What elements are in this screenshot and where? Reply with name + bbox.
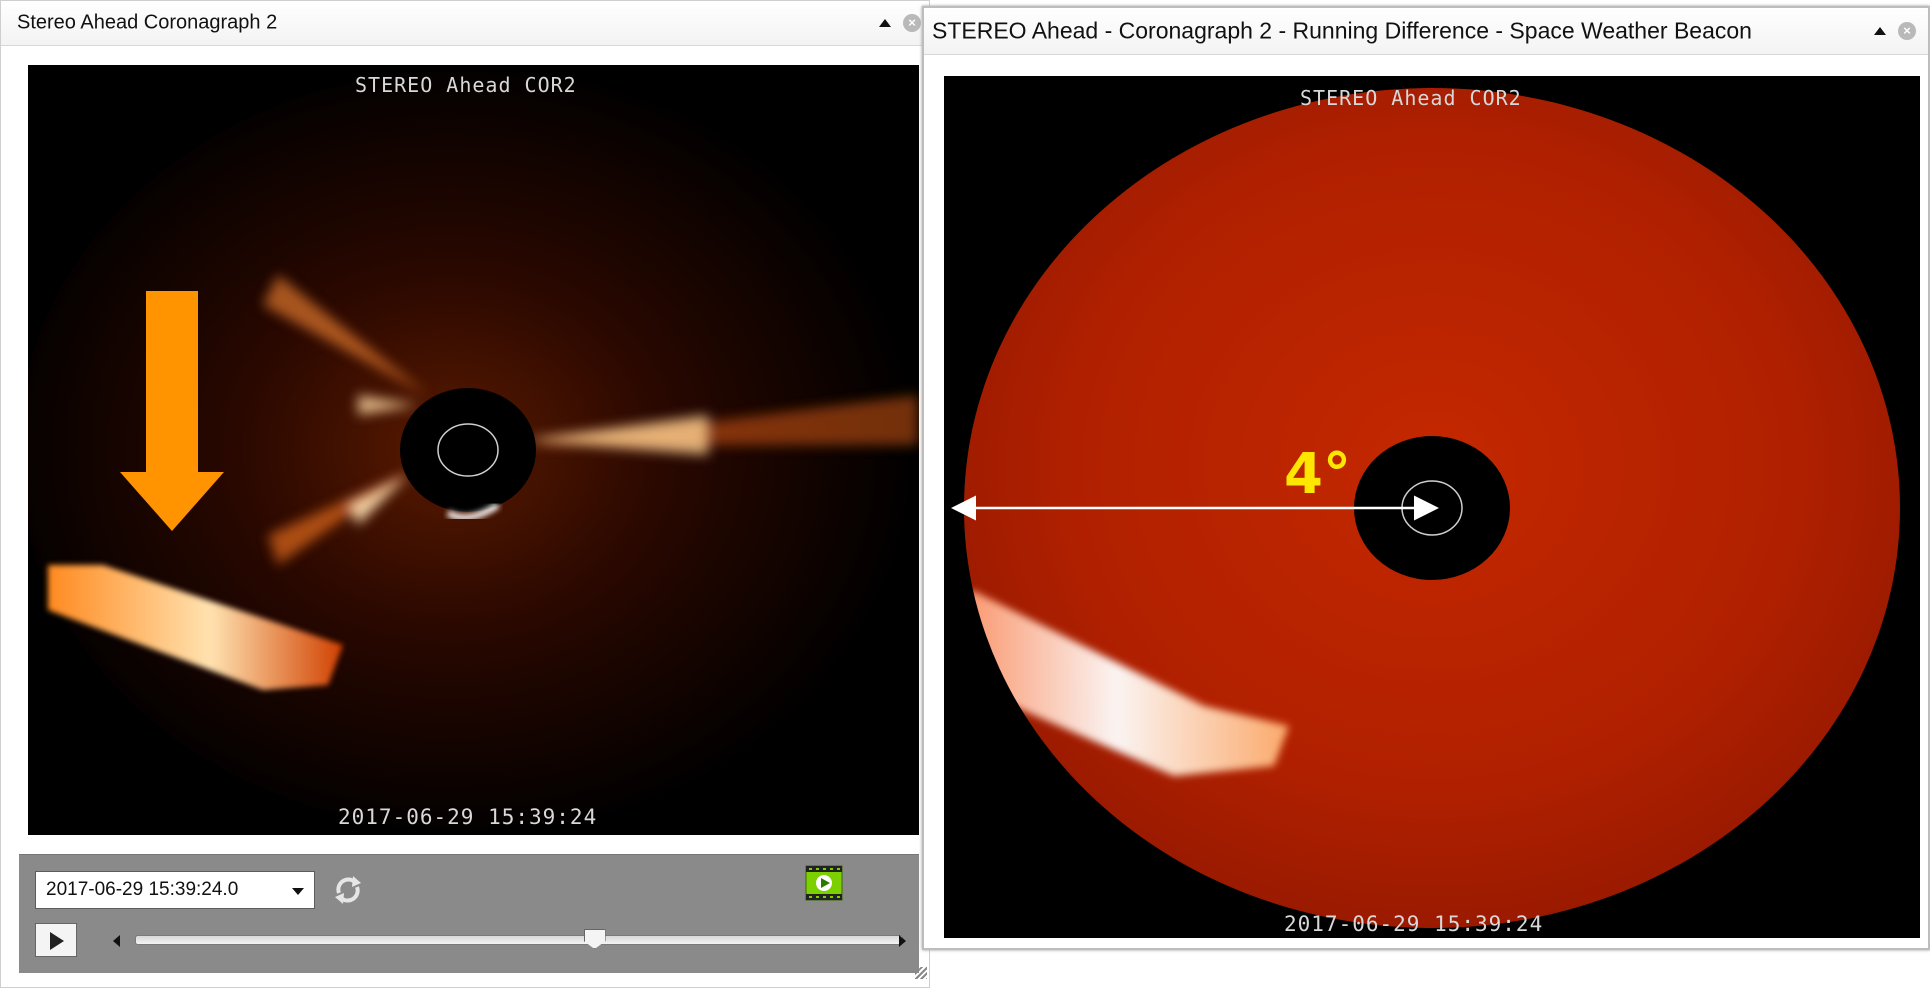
collapse-icon[interactable] (1874, 27, 1886, 35)
date-dropdown-value: 2017-06-29 15:39:24.0 (46, 879, 239, 900)
left-window-titlebar[interactable]: Stereo Ahead Coronagraph 2 × (1, 1, 929, 46)
right-running-difference-render (951, 88, 1900, 928)
left-image-timestamp: 2017-06-29 15:39:24 (338, 805, 598, 829)
play-icon (50, 932, 64, 950)
refresh-icon[interactable] (331, 873, 365, 907)
left-image-top-label: STEREO Ahead COR2 (355, 73, 577, 97)
play-button[interactable] (35, 923, 77, 957)
right-window-titlebar[interactable]: STEREO Ahead - Coronagraph 2 - Running D… (924, 8, 1928, 55)
movie-icon[interactable] (805, 865, 843, 901)
slider-right-arrow-icon[interactable] (899, 935, 906, 947)
chevron-down-icon (292, 888, 304, 895)
right-image-timestamp: 2017-06-29 15:39:24 (1284, 912, 1544, 936)
date-dropdown[interactable]: 2017-06-29 15:39:24.0 (35, 871, 315, 909)
right-window-title: STEREO Ahead - Coronagraph 2 - Running D… (932, 17, 1752, 44)
resize-grip-icon[interactable] (915, 967, 927, 979)
slider-left-arrow-icon[interactable] (113, 935, 120, 947)
angle-annotation-label: 4° (1284, 442, 1351, 507)
right-window: STEREO Ahead - Coronagraph 2 - Running D… (922, 6, 1930, 950)
close-icon[interactable]: × (1898, 22, 1916, 40)
right-image-top-label: STEREO Ahead COR2 (1300, 86, 1522, 110)
left-coronagraph-image: STEREO Ahead COR2 2017-06-29 15:39:24 (28, 65, 919, 835)
time-slider-track[interactable] (135, 935, 903, 945)
left-window-title: Stereo Ahead Coronagraph 2 (17, 11, 278, 34)
time-slider-thumb[interactable] (583, 929, 606, 949)
left-window: Stereo Ahead Coronagraph 2 × STEREO Ahea… (0, 0, 930, 988)
collapse-icon[interactable] (879, 19, 891, 27)
left-coronagraph-render (28, 70, 918, 830)
playback-controls: 2017-06-29 15:39:24.0 (19, 854, 919, 973)
close-icon[interactable]: × (903, 14, 921, 32)
right-running-difference-image: STEREO Ahead COR2 2017-06-29 15:39:24 4° (944, 76, 1920, 938)
